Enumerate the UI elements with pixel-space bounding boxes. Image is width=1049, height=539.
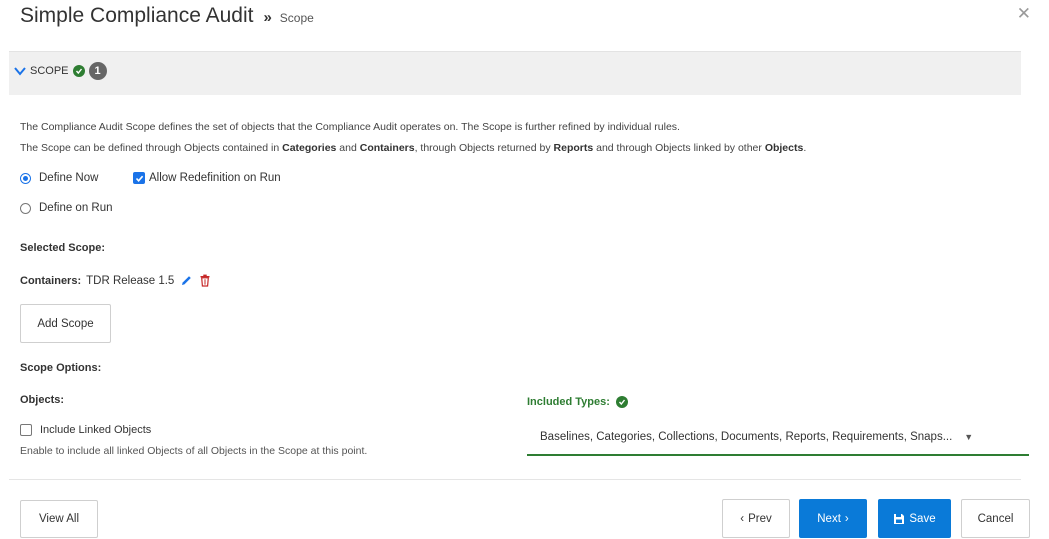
save-label: Save: [909, 512, 936, 525]
radio-unselected-icon: [20, 202, 31, 214]
chevron-right-icon: ›: [844, 512, 849, 525]
included-types-label: Included Types:: [527, 396, 610, 408]
included-types-select[interactable]: Baselines, Categories, Collections, Docu…: [527, 420, 1029, 456]
desc-text: and through Objects linked by other: [593, 142, 765, 154]
desc-bold: Containers: [359, 142, 415, 154]
include-linked-objects-checkbox[interactable]: Include Linked Objects: [20, 424, 151, 436]
scope-value: TDR Release 1.5: [86, 274, 175, 287]
scope-description-line2: The Scope can be defined through Objects…: [20, 142, 806, 154]
prev-label: Prev: [748, 512, 772, 525]
scope-type-label: Containers:: [20, 274, 82, 287]
chevron-left-icon: ‹: [740, 512, 745, 525]
add-scope-button[interactable]: Add Scope: [20, 304, 111, 343]
scope-section-bar: SCOPE 1: [9, 51, 1021, 95]
dialog-title: Simple Compliance Audit: [20, 4, 254, 27]
floppy-disk-icon: [894, 513, 905, 524]
include-linked-help: Enable to include all linked Objects of …: [20, 445, 368, 457]
scope-section-toggle[interactable]: SCOPE 1: [13, 62, 107, 80]
allow-redefinition-label: Allow Redefinition on Run: [149, 172, 281, 184]
next-button[interactable]: Next ›: [799, 499, 867, 538]
check-circle-icon: [72, 65, 85, 77]
desc-text: and: [336, 142, 360, 154]
scope-options-heading: Scope Options:: [20, 362, 102, 374]
save-button[interactable]: Save: [878, 499, 951, 538]
desc-text: The Scope can be defined through Objects…: [20, 142, 283, 154]
close-icon[interactable]: ✕: [1017, 4, 1031, 24]
next-label: Next: [817, 512, 841, 525]
desc-bold: Categories: [282, 142, 337, 154]
prev-button[interactable]: ‹ Prev: [722, 499, 790, 538]
define-now-radio[interactable]: Define Now: [20, 172, 98, 184]
caret-down-icon: ▼: [964, 432, 974, 442]
define-now-label: Define Now: [39, 172, 99, 184]
cancel-button[interactable]: Cancel: [961, 499, 1030, 538]
trash-icon[interactable]: [199, 274, 211, 287]
section-label: SCOPE: [30, 65, 69, 77]
desc-text: .: [803, 142, 807, 154]
checkbox-unchecked-icon: [20, 424, 32, 436]
desc-bold: Reports: [553, 142, 594, 154]
define-on-run-radio[interactable]: Define on Run: [20, 202, 113, 214]
objects-heading: Objects:: [20, 394, 65, 406]
include-linked-label: Include Linked Objects: [40, 424, 152, 436]
checkbox-checked-icon: [133, 172, 145, 184]
selected-scope-entry: Containers: TDR Release 1.5: [20, 274, 211, 287]
desc-text: , through Objects returned by: [414, 142, 554, 154]
view-all-button[interactable]: View All: [20, 500, 98, 538]
pencil-icon[interactable]: [180, 274, 193, 287]
breadcrumb-current: Scope: [279, 11, 314, 25]
included-types-value: Baselines, Categories, Collections, Docu…: [540, 431, 953, 443]
chevron-down-icon: [14, 67, 26, 76]
footer-divider: [9, 479, 1021, 480]
allow-redefinition-checkbox[interactable]: Allow Redefinition on Run: [133, 172, 281, 184]
selected-scope-heading: Selected Scope:: [20, 242, 105, 254]
dialog-header: Simple Compliance Audit » Scope: [20, 4, 314, 34]
included-types-label-row: Included Types:: [527, 396, 628, 408]
desc-bold: Objects: [764, 142, 804, 154]
check-circle-icon: [615, 396, 628, 408]
define-on-run-label: Define on Run: [39, 202, 113, 214]
scope-description-line1: The Compliance Audit Scope defines the s…: [20, 121, 680, 133]
radio-selected-icon: [20, 172, 31, 184]
breadcrumb-separator: »: [263, 9, 272, 26]
count-badge: 1: [88, 62, 107, 80]
